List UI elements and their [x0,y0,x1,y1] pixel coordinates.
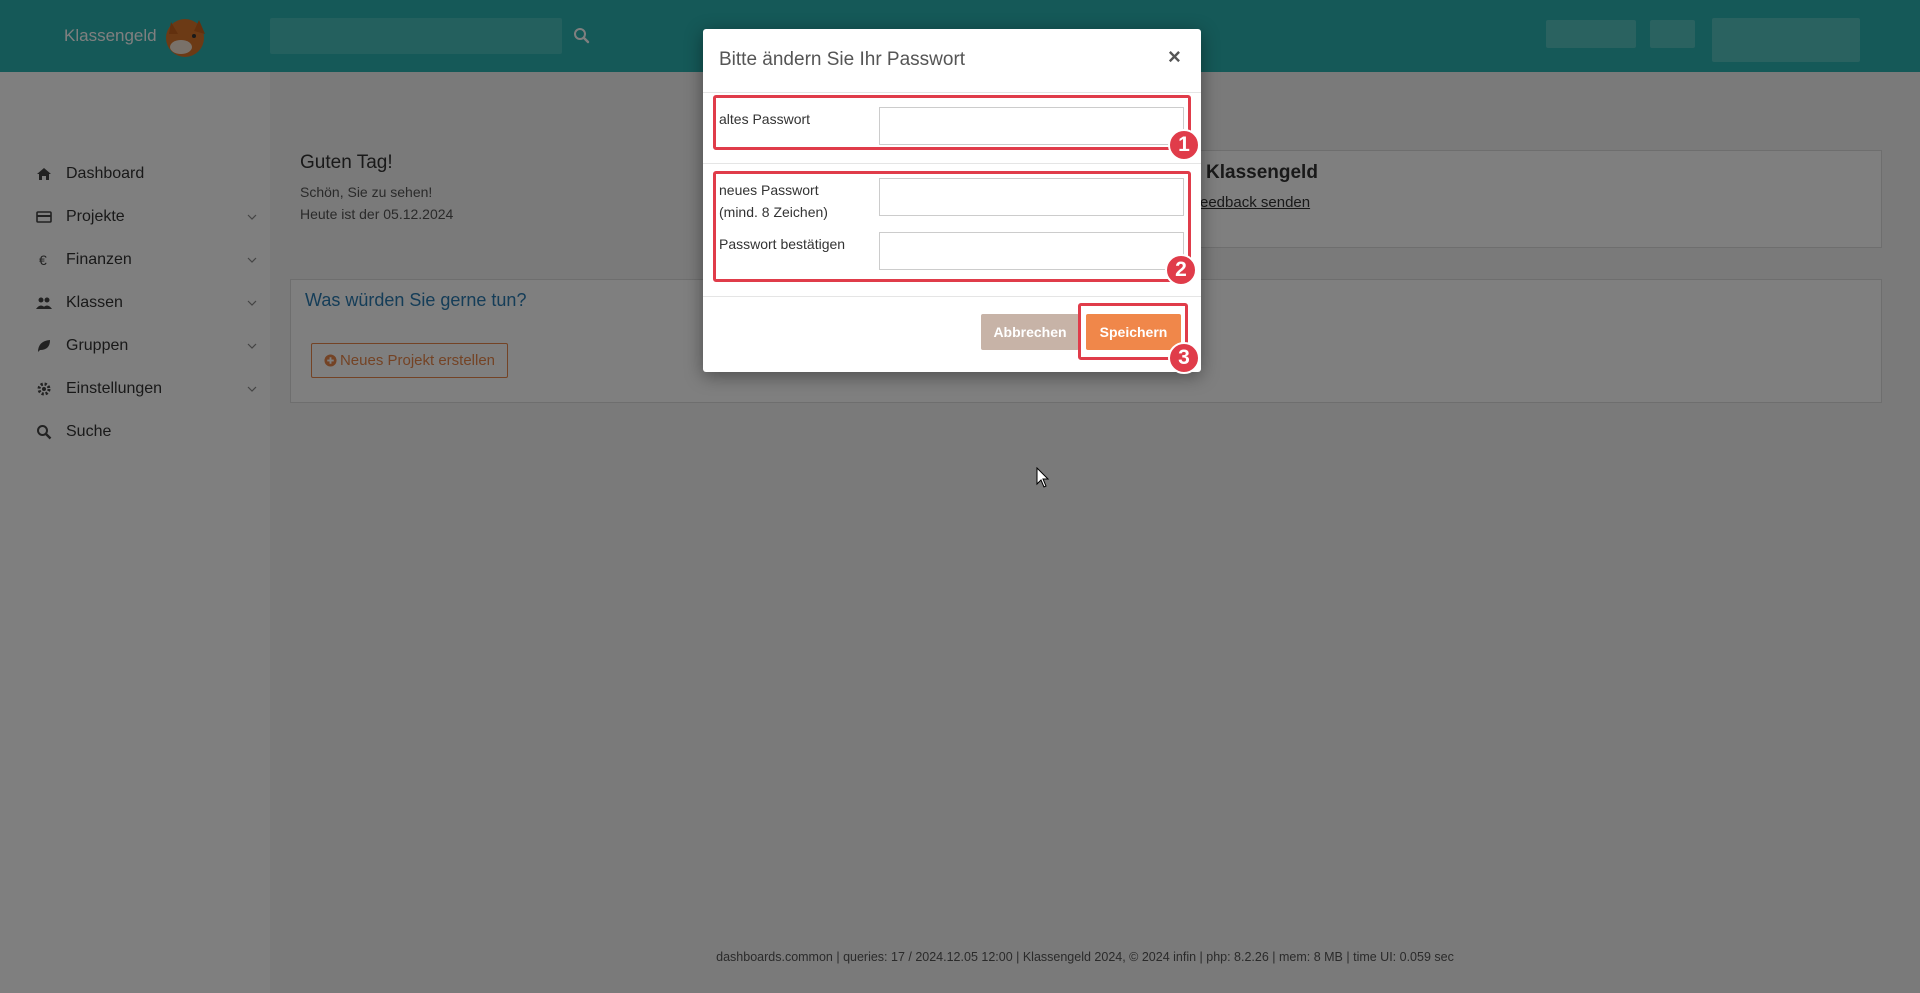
annotation-badge-2: 2 [1165,254,1197,286]
annotation-box-2 [713,171,1191,282]
mouse-cursor-icon [1036,467,1050,488]
modal-header-divider [703,92,1201,93]
annotation-badge-1: 1 [1168,129,1200,161]
annotation-badge-3: 3 [1168,342,1200,374]
field-divider [703,163,1201,164]
annotation-box-1 [713,95,1191,150]
cancel-button[interactable]: Abbrechen [981,314,1079,350]
modal-title: Bitte ändern Sie Ihr Passwort [719,49,966,70]
close-icon[interactable]: × [1168,44,1181,70]
modal-footer-divider [703,296,1201,297]
